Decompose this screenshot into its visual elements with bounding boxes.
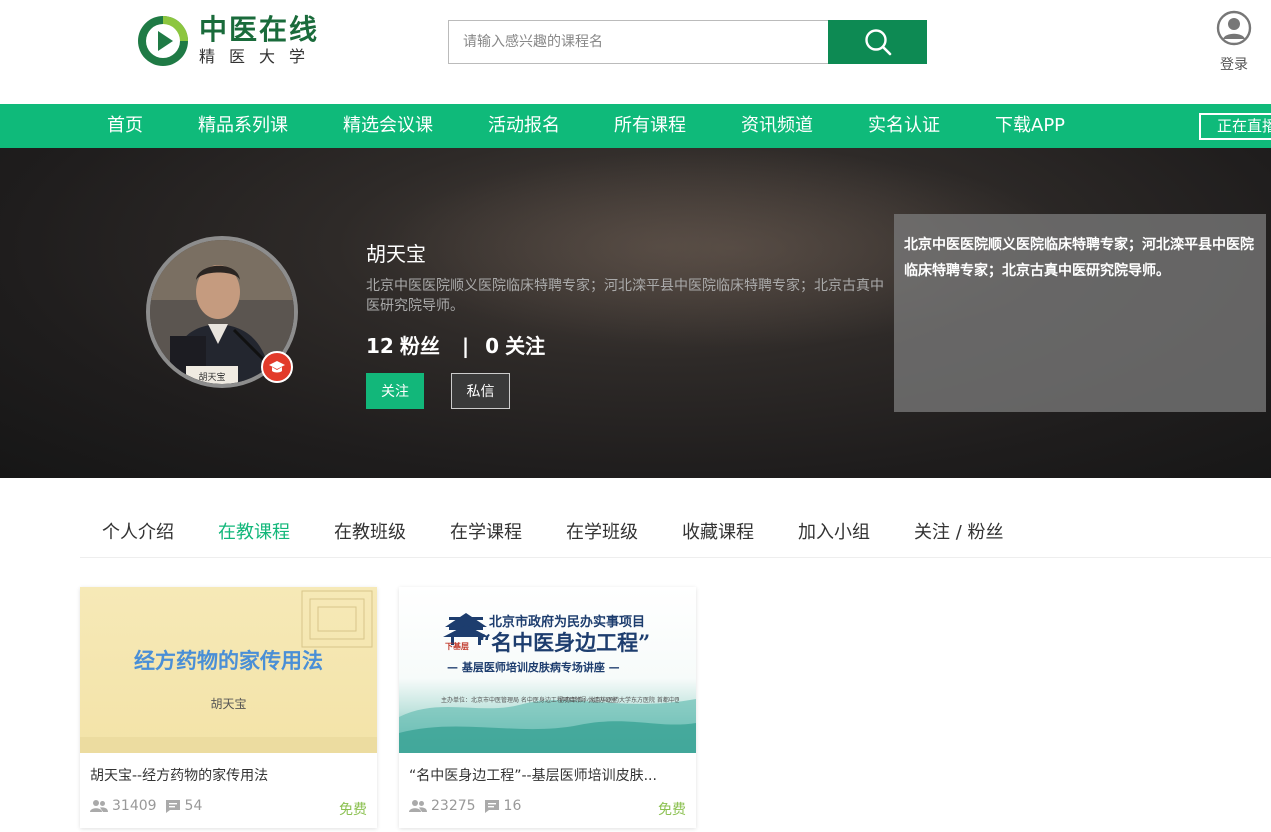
users-icon [409, 800, 427, 812]
student-count: 31409 [112, 798, 157, 814]
login-label: 登录 [1220, 57, 1248, 73]
course-thumbnail[interactable]: 经方药物的家传用法 胡天宝 [80, 587, 377, 753]
tab-learning-classes[interactable]: 在学班级 [566, 518, 638, 544]
search-input[interactable] [448, 20, 828, 64]
tab-joined-groups[interactable]: 加入小组 [798, 518, 870, 544]
profile-stats: 12 粉丝 | 0 关注 [366, 330, 551, 359]
profile-name: 胡天宝 [366, 242, 426, 266]
thumbnail-host: 协办单位：北京中医药大学东方医院 首都中医青年中医培养工作委员会 [559, 697, 679, 704]
course-card[interactable]: 北京市政府为民办实事项目 “名中医身边工程” 下基层 — 基层医师培训皮肤病专场… [399, 587, 696, 828]
nav-all-courses[interactable]: 所有课程 [614, 104, 686, 148]
nav-verification[interactable]: 实名认证 [868, 104, 940, 148]
profile-description: 北京中医医院顺义医院临床特聘专家；河北滦平县中医院临床特聘专家；北京古真中医研究… [366, 278, 884, 314]
play-logo-icon [137, 15, 189, 67]
comment-icon [165, 799, 180, 813]
follow-label[interactable]: 关注 [505, 334, 545, 358]
profile-tabs: 个人介绍 在教课程 在教班级 在学课程 在学班级 收藏课程 加入小组 关注 / … [80, 478, 1271, 558]
price-label: 免费 [658, 802, 686, 818]
tab-introduction[interactable]: 个人介绍 [102, 518, 174, 544]
thumbnail-line-3: — 基层医师培训皮肤病专场讲座 — [447, 661, 620, 674]
follow-button[interactable]: 关注 [366, 373, 424, 409]
login-link[interactable]: 登录 [1214, 10, 1254, 74]
course-thumbnail[interactable]: 北京市政府为民办实事项目 “名中医身边工程” 下基层 — 基层医师培训皮肤病专场… [399, 587, 696, 753]
comment-count: 54 [184, 798, 203, 814]
nav-event-signup[interactable]: 活动报名 [488, 104, 560, 148]
tab-teaching-courses[interactable]: 在教课程 [218, 518, 290, 544]
price-label: 免费 [339, 802, 367, 818]
main-nav: 首页 精品系列课 精选会议课 活动报名 所有课程 资讯频道 实名认证 下载APP… [0, 104, 1271, 148]
course-card[interactable]: 经方药物的家传用法 胡天宝 胡天宝--经方药物的家传用法 31409 54 免费 [80, 587, 377, 828]
comment-icon [484, 799, 499, 813]
brand-subtitle: 精医大学 [199, 47, 320, 66]
nav-news[interactable]: 资讯频道 [741, 104, 813, 148]
search-button[interactable] [828, 20, 927, 64]
tab-teaching-classes[interactable]: 在教班级 [334, 518, 406, 544]
search-bar [448, 20, 927, 64]
student-count: 23275 [431, 798, 476, 814]
live-now-button[interactable]: 正在直播 [1199, 113, 1271, 140]
avatar-caption: 胡天宝 [198, 371, 225, 383]
brand-title: 中医在线 [199, 13, 320, 46]
course-meta: 31409 54 [90, 798, 210, 814]
tab-follow-fans[interactable]: 关注 / 粉丝 [914, 518, 1004, 544]
thumbnail-title: 经方药物的家传用法 [134, 649, 323, 673]
tab-favorite-courses[interactable]: 收藏课程 [682, 518, 754, 544]
course-title[interactable]: “名中医身边工程”--基层医师培训皮肤... [409, 765, 689, 785]
course-meta: 23275 16 [409, 798, 529, 814]
thumbnail-author: 胡天宝 [210, 697, 247, 711]
nav-home[interactable]: 首页 [107, 104, 143, 148]
users-icon [90, 800, 108, 812]
fans-label[interactable]: 粉丝 [400, 334, 440, 358]
thumbnail-seal: 下基层 [445, 642, 469, 651]
site-logo[interactable]: 中医在线 精医大学 [137, 14, 319, 68]
thumbnail-line-2: “名中医身边工程” [479, 630, 651, 655]
description-tooltip: 北京中医医院顺义医院临床特聘专家；河北滦平县中医院临床特聘专家；北京古真中医研究… [894, 214, 1266, 412]
follow-count[interactable]: 0 [485, 334, 499, 358]
message-button[interactable]: 私信 [451, 373, 510, 409]
site-header: 中医在线 精医大学 登录 [0, 0, 1271, 104]
nav-download-app[interactable]: 下载APP [995, 104, 1065, 148]
nav-series-courses[interactable]: 精品系列课 [198, 104, 288, 148]
search-icon [864, 29, 891, 56]
profile-banner: 胡天宝 胡天宝 北京中医医院顺义医院临床特聘专家；河北滦平县中医院临床特聘专家；… [0, 148, 1271, 478]
comment-count: 16 [503, 798, 522, 814]
stats-separator: | [461, 334, 470, 358]
tab-learning-courses[interactable]: 在学课程 [450, 518, 522, 544]
fans-count[interactable]: 12 [366, 334, 394, 358]
user-icon [1216, 10, 1252, 46]
teacher-badge [261, 351, 293, 383]
graduation-cap-icon [269, 361, 285, 373]
nav-conference-courses[interactable]: 精选会议课 [343, 104, 433, 148]
course-title[interactable]: 胡天宝--经方药物的家传用法 [90, 765, 370, 785]
